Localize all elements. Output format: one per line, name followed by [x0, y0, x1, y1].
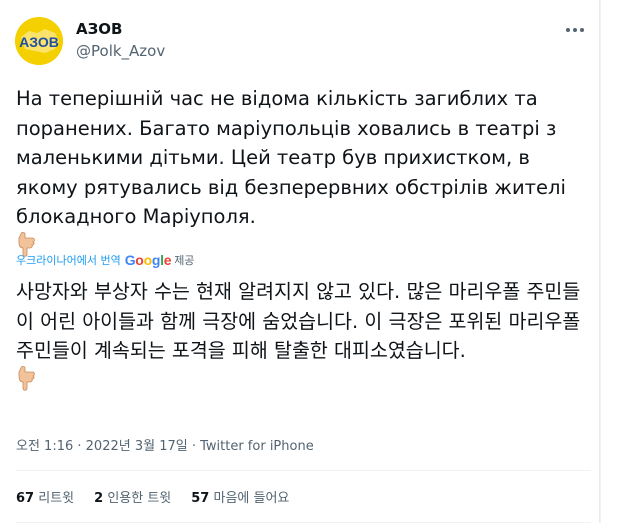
pointing-down-hand-icon [16, 231, 38, 257]
translation-label[interactable]: 우크라이나어에서 번역 [16, 252, 121, 268]
tweet-source[interactable]: Twitter for iPhone [200, 439, 314, 454]
google-letter: G [124, 252, 136, 268]
author-name[interactable]: АЗОВ [76, 20, 122, 38]
like-label: 마음에 들어요 [213, 491, 290, 506]
like-stat[interactable]: 57 마음에 들어요 [191, 487, 289, 506]
quote-stat[interactable]: 2 인용한 트윗 [94, 487, 171, 506]
google-letter: o [143, 252, 153, 268]
retweet-label: 리트윗 [38, 491, 75, 506]
meta-separator: · [187, 439, 201, 454]
pointing-down-hand-icon [16, 365, 38, 391]
like-count: 57 [191, 491, 210, 506]
divider [16, 470, 591, 471]
tweet-meta: 오전 1:16 · 2022년 3월 17일 · Twitter for iPh… [16, 435, 314, 454]
avatar[interactable]: АЗОВ [15, 17, 63, 65]
tweet-stats: 67 리트윗 2 인용한 트윗 57 마음에 들어요 [16, 487, 289, 506]
author-handle[interactable]: @Polk_Azov [76, 42, 165, 60]
retweet-stat[interactable]: 67 리트윗 [16, 487, 74, 506]
column-border [599, 0, 600, 523]
tweet-date[interactable]: 2022년 3월 17일 [86, 439, 188, 454]
azov-logo-icon: АЗОВ [15, 17, 63, 65]
translated-text: 사망자와 부상자 수는 현재 알려지지 않고 있다. 많은 마리우폴 주민들이 … [16, 280, 581, 362]
google-letter: e [163, 252, 172, 268]
tweet-time[interactable]: 오전 1:16 [16, 439, 73, 454]
translation-provided-label: 제공 [174, 254, 195, 267]
tweet-text-block: На теперішній час не відома кількість за… [16, 84, 591, 266]
retweet-count: 67 [16, 491, 35, 506]
google-logo: Google [124, 252, 172, 268]
translated-text-block: 사망자와 부상자 수는 현재 알려지지 않고 있다. 많은 마리우폴 주민들이 … [16, 277, 591, 400]
more-icon[interactable] [560, 22, 590, 38]
tweet-text: На теперішній час не відома кількість за… [16, 87, 566, 228]
quote-count: 2 [94, 491, 104, 506]
avatar-text: АЗОВ [19, 34, 59, 50]
google-letter: o [135, 252, 144, 268]
meta-separator: · [73, 439, 86, 454]
translation-header: 우크라이나어에서 번역 Google 제공 [16, 252, 194, 268]
google-letter: g [151, 252, 161, 268]
tweet-card: АЗОВ АЗОВ @Polk_Azov На теперішній час н… [0, 0, 601, 523]
quote-label: 인용한 트윗 [107, 491, 172, 506]
